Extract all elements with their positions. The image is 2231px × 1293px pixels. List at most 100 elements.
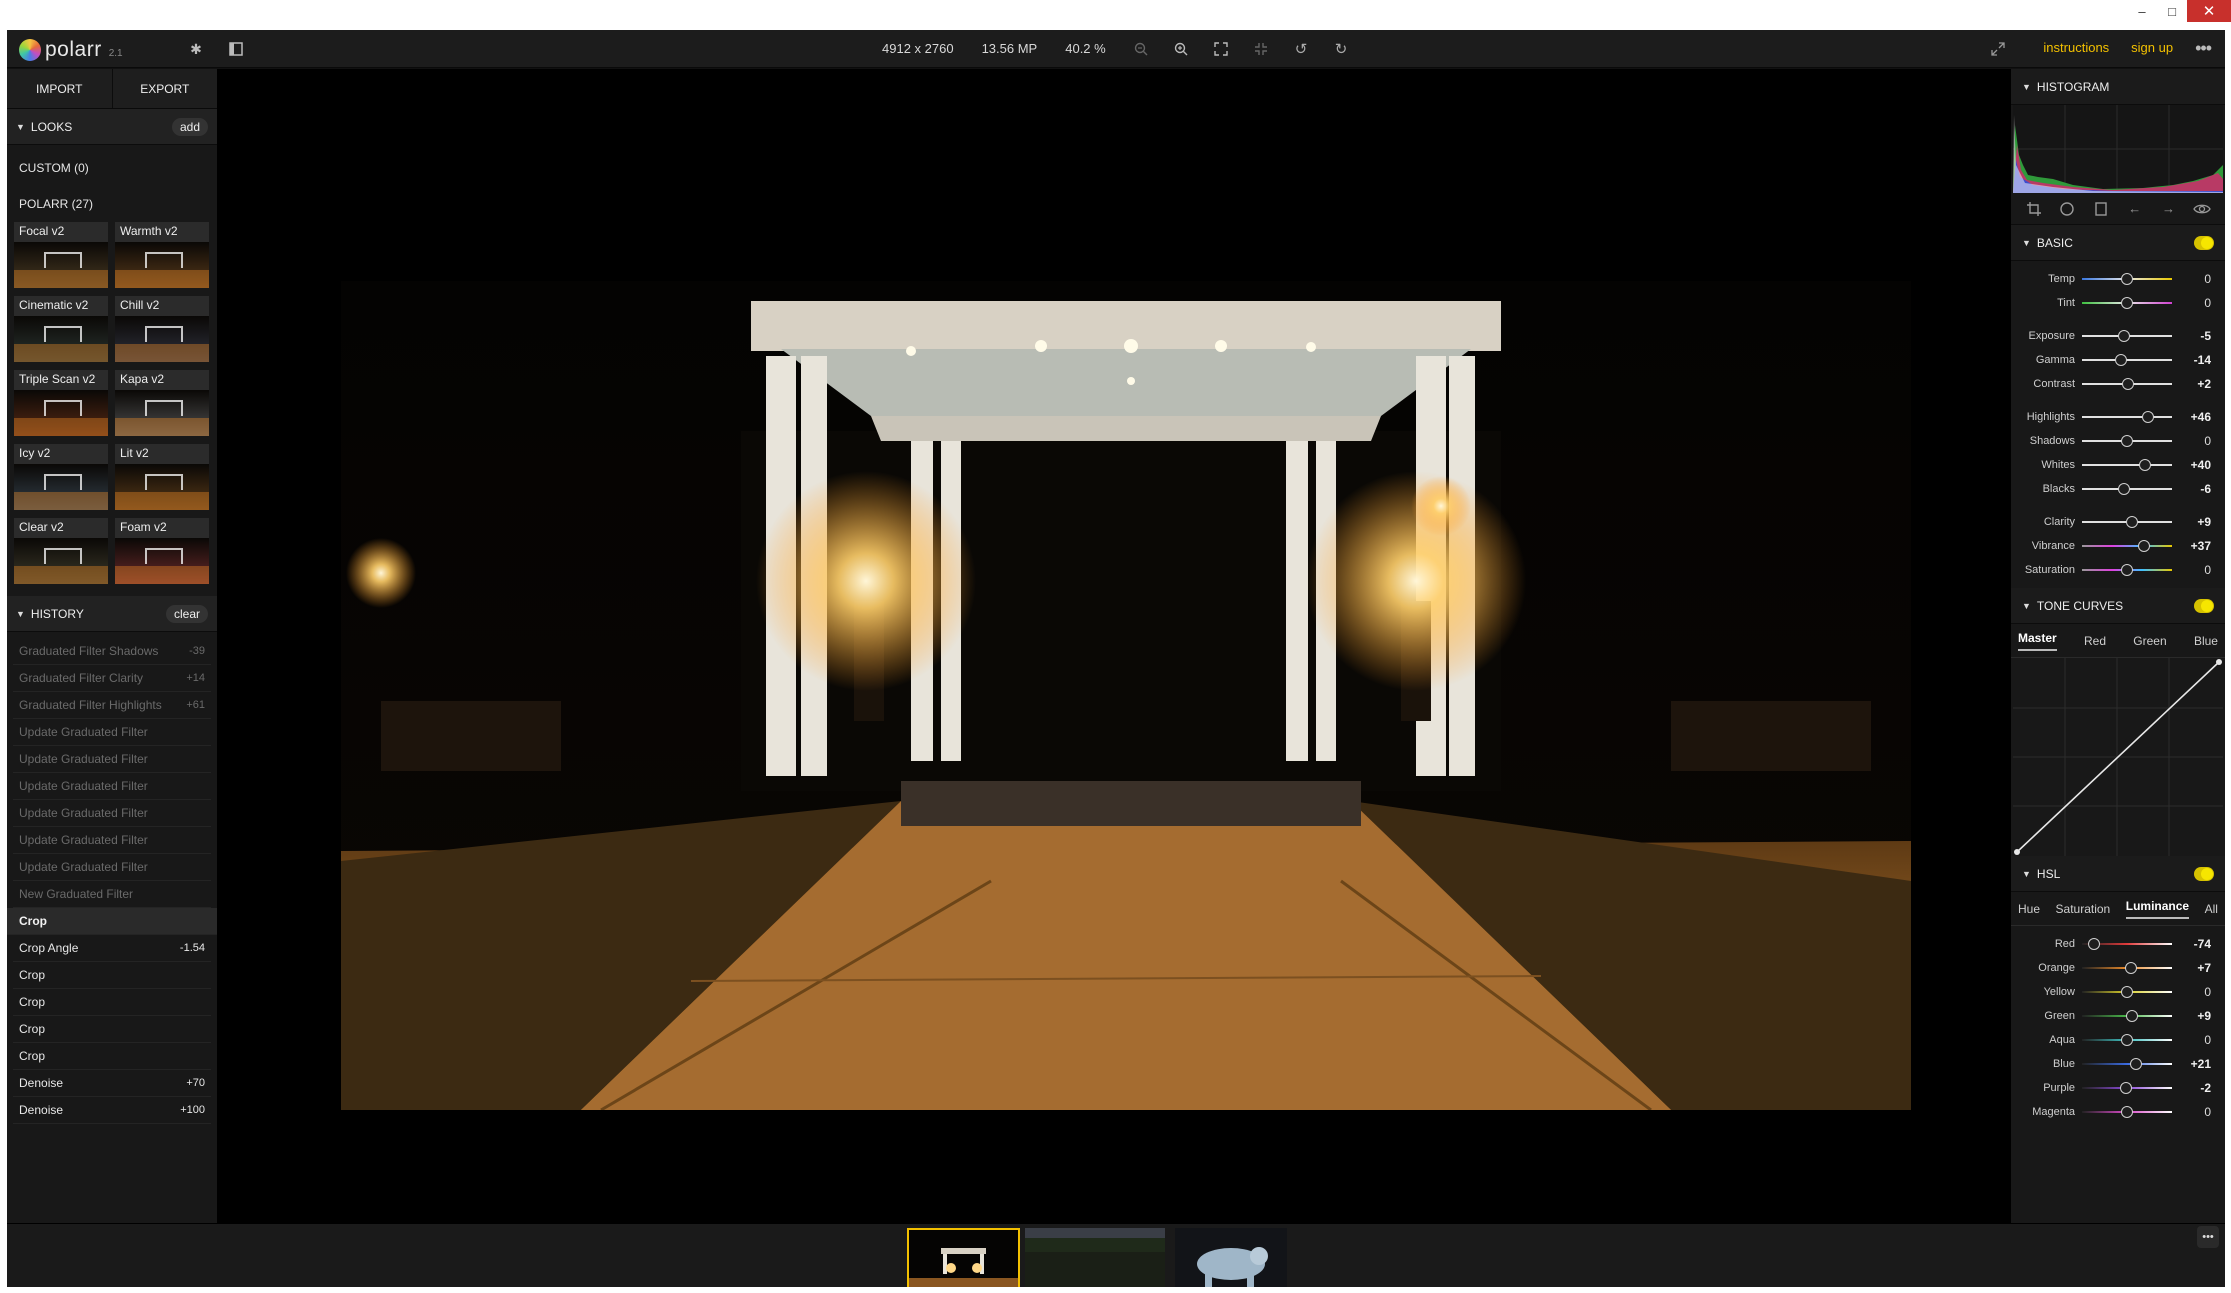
slider-knob[interactable] — [2121, 1106, 2133, 1118]
slider-track[interactable] — [2082, 354, 2172, 366]
slider-knob[interactable] — [2121, 564, 2133, 576]
image-canvas[interactable] — [217, 69, 2011, 1223]
history-item[interactable]: Graduated Filter Highlights +61 — [13, 692, 211, 719]
slider-knob[interactable] — [2118, 330, 2131, 342]
looks-polarr-group[interactable]: POLARR (27) — [7, 186, 217, 222]
look-preset[interactable]: Focal v2 — [14, 222, 108, 288]
radial-filter-icon[interactable] — [2057, 199, 2077, 219]
slider-knob[interactable] — [2139, 459, 2151, 471]
look-preset[interactable]: Kapa v2 — [115, 370, 209, 436]
slider-knob[interactable] — [2087, 938, 2100, 950]
history-item[interactable]: Crop — [13, 989, 211, 1016]
history-item[interactable]: Update Graduated Filter — [13, 746, 211, 773]
history-item[interactable]: Denoise +100 — [13, 1097, 211, 1124]
history-item[interactable]: Update Graduated Filter — [13, 719, 211, 746]
slider-knob[interactable] — [2121, 1034, 2133, 1046]
tone-curve-editor[interactable] — [2013, 658, 2223, 856]
slider-knob[interactable] — [2138, 540, 2151, 552]
tone-curves-header[interactable]: ▼ TONE CURVES — [2011, 588, 2225, 624]
slider-knob[interactable] — [2121, 378, 2134, 390]
history-item[interactable]: Crop — [13, 962, 211, 989]
fullscreen-icon[interactable] — [1987, 38, 2009, 60]
slider-track[interactable] — [2082, 435, 2172, 447]
look-preset[interactable]: Triple Scan v2 — [14, 370, 108, 436]
history-item[interactable]: Update Graduated Filter — [13, 854, 211, 881]
look-preset[interactable]: Chill v2 — [115, 296, 209, 362]
maximize-icon[interactable]: □ — [2157, 0, 2187, 22]
slider-track[interactable] — [2082, 1082, 2172, 1094]
hsl-toggle[interactable] — [2194, 866, 2214, 881]
hsl-mode-tab[interactable]: Luminance — [2125, 899, 2190, 919]
history-header[interactable]: ▼ HISTORY clear — [7, 596, 217, 632]
hsl-mode-tab[interactable]: Hue — [2018, 902, 2040, 916]
slider-knob[interactable] — [2118, 483, 2131, 495]
look-preset[interactable]: Warmth v2 — [115, 222, 209, 288]
history-item[interactable]: Update Graduated Filter — [13, 800, 211, 827]
history-item[interactable]: Crop Angle -1.54 — [13, 935, 211, 962]
undo-icon[interactable]: ↺ — [1289, 37, 1313, 61]
history-forward-icon[interactable]: → — [2158, 199, 2178, 219]
histogram-header[interactable]: ▼ HISTOGRAM — [2011, 69, 2225, 105]
hsl-mode-tab[interactable]: All — [2205, 902, 2218, 916]
history-item[interactable]: Crop — [13, 1016, 211, 1043]
filmstrip-thumb-pavilion[interactable] — [907, 1228, 1020, 1287]
preview-eye-icon[interactable] — [2192, 199, 2212, 219]
history-item[interactable]: Denoise +70 — [13, 1070, 211, 1097]
history-item[interactable]: Graduated Filter Shadows -39 — [13, 638, 211, 665]
curve-channel-tab[interactable]: Blue — [2194, 634, 2218, 648]
history-item[interactable]: New Graduated Filter — [13, 881, 211, 908]
slider-track[interactable] — [2082, 411, 2172, 423]
look-preset[interactable]: Cinematic v2 — [14, 296, 108, 362]
minimize-icon[interactable]: – — [2127, 0, 2157, 22]
slider-knob[interactable] — [2121, 435, 2133, 447]
look-preset[interactable]: Lit v2 — [115, 444, 209, 510]
zoom-in-icon[interactable] — [1169, 37, 1193, 61]
slider-track[interactable] — [2082, 1058, 2172, 1070]
more-menu-icon[interactable]: ••• — [2195, 39, 2212, 57]
history-clear-button[interactable]: clear — [165, 604, 208, 623]
slider-track[interactable] — [2082, 378, 2172, 390]
slider-track[interactable] — [2082, 1034, 2172, 1046]
slider-track[interactable] — [2082, 986, 2172, 998]
basic-header[interactable]: ▼ BASIC — [2011, 225, 2225, 261]
curve-channel-tab[interactable]: Red — [2084, 634, 2106, 648]
slider-track[interactable] — [2082, 1106, 2172, 1118]
panel-toggle-icon[interactable] — [225, 38, 247, 60]
looks-custom-group[interactable]: CUSTOM (0) — [7, 150, 217, 186]
slider-knob[interactable] — [2121, 986, 2133, 998]
instructions-link[interactable]: instructions — [2043, 40, 2109, 55]
slider-knob[interactable] — [2124, 962, 2137, 974]
curve-channel-tab[interactable]: Master — [2018, 631, 2057, 651]
look-preset[interactable]: Icy v2 — [14, 444, 108, 510]
history-back-icon[interactable]: ← — [2125, 199, 2145, 219]
history-item[interactable]: Crop — [7, 908, 217, 935]
basic-toggle[interactable] — [2194, 235, 2214, 250]
hsl-mode-tab[interactable]: Saturation — [2056, 902, 2111, 916]
sign-up-link[interactable]: sign up — [2131, 40, 2173, 55]
slider-track[interactable] — [2082, 540, 2172, 552]
tone-curves-toggle[interactable] — [2194, 598, 2214, 613]
slider-track[interactable] — [2082, 564, 2172, 576]
redo-icon[interactable]: ↻ — [1329, 37, 1353, 61]
slider-track[interactable] — [2082, 330, 2172, 342]
slider-track[interactable] — [2082, 459, 2172, 471]
history-item[interactable]: Update Graduated Filter — [13, 773, 211, 800]
slider-knob[interactable] — [2125, 1010, 2138, 1022]
graduated-filter-icon[interactable] — [2091, 199, 2111, 219]
bug-icon[interactable]: ✱ — [185, 38, 207, 60]
slider-track[interactable] — [2082, 516, 2172, 528]
actual-size-icon[interactable] — [1249, 37, 1273, 61]
fit-screen-icon[interactable] — [1209, 37, 1233, 61]
slider-track[interactable] — [2082, 297, 2172, 309]
zoom-out-icon[interactable] — [1129, 37, 1153, 61]
slider-knob[interactable] — [2121, 297, 2133, 309]
history-item[interactable]: Update Graduated Filter — [13, 827, 211, 854]
export-button[interactable]: EXPORT — [112, 69, 217, 108]
edited-photo[interactable] — [341, 281, 1911, 1110]
look-preset[interactable]: Foam v2 — [115, 518, 209, 584]
history-item[interactable]: Crop — [13, 1043, 211, 1070]
import-button[interactable]: IMPORT — [7, 69, 113, 108]
slider-knob[interactable] — [2130, 1058, 2142, 1070]
looks-header[interactable]: ▼ LOOKS add — [7, 109, 217, 145]
curve-channel-tab[interactable]: Green — [2133, 634, 2166, 648]
